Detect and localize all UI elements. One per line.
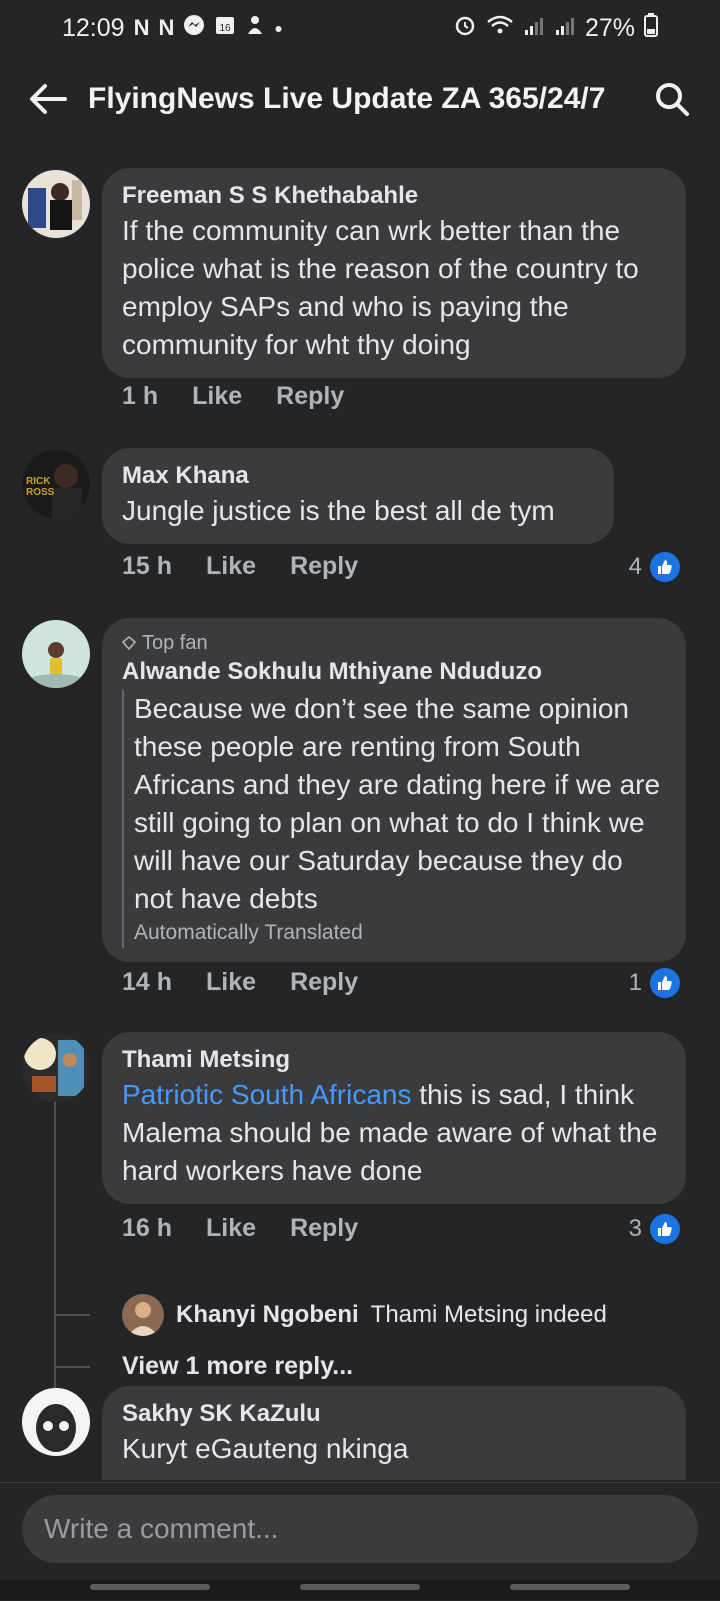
comment-text: Kuryt eGauteng nkinga	[122, 1433, 409, 1464]
thumbs-up-icon	[648, 1212, 682, 1246]
reaction-count-number: 3	[628, 1215, 642, 1242]
comment-bubble[interactable]: Freeman S S Khethabahle If the community…	[102, 168, 686, 378]
comment-actions: 15 h Like Reply	[122, 552, 358, 581]
svg-text:RICK: RICK	[26, 476, 51, 487]
status-time: 12:09	[62, 13, 125, 42]
battery-icon	[644, 12, 658, 44]
comment-bubble[interactable]: Top fan Alwande Sokhulu Mthiyane Nduduzo…	[102, 618, 686, 962]
thread-branch	[54, 1366, 90, 1368]
notification-n-icon: N	[158, 15, 175, 40]
avatar[interactable]	[22, 1388, 90, 1456]
thumbs-up-icon	[648, 550, 682, 584]
reply-text: Thami Metsing indeed	[370, 1301, 607, 1328]
comment-author[interactable]: Freeman S S Khethabahle	[122, 180, 666, 212]
status-bar: 12:09 N N 16 ● 27%	[0, 0, 720, 56]
search-icon[interactable]	[650, 77, 694, 121]
comment-author[interactable]: Sakhy SK KaZulu	[122, 1398, 666, 1430]
view-more-replies[interactable]: View 1 more reply...	[122, 1352, 353, 1381]
vpn-icon	[245, 14, 265, 43]
translated-block: Because we don’t see the same opinion th…	[122, 690, 666, 948]
comment-text: Because we don’t see the same opinion th…	[134, 693, 661, 914]
like-button[interactable]: Like	[206, 552, 256, 581]
reply-preview[interactable]: Khanyi Ngobeni Thami Metsing indeed	[122, 1294, 607, 1336]
svg-text:ROSS: ROSS	[26, 487, 55, 498]
thread-line	[54, 1102, 56, 1402]
nav-home-handle[interactable]	[300, 1584, 420, 1590]
comment-actions: 16 h Like Reply	[122, 1214, 358, 1243]
back-arrow-icon[interactable]	[26, 77, 70, 121]
comment-time[interactable]: 14 h	[122, 968, 172, 997]
reaction-count[interactable]: 1	[629, 966, 682, 1000]
top-app-bar: FlyingNews Live Update ZA 365/24/7	[0, 64, 720, 134]
calendar-icon: 16	[214, 14, 236, 43]
thread-branch	[54, 1314, 90, 1316]
comment-bubble[interactable]: Sakhy SK KaZulu Kuryt eGauteng nkinga	[102, 1386, 686, 1480]
comment-actions: 1 h Like Reply	[122, 382, 344, 411]
reaction-count[interactable]: 4	[629, 550, 682, 584]
comment-author[interactable]: Max Khana	[122, 460, 594, 492]
reply-button[interactable]: Reply	[276, 382, 344, 411]
comment-actions: 14 h Like Reply	[122, 968, 358, 997]
comment-author[interactable]: Thami Metsing	[122, 1044, 666, 1076]
top-fan-label: Top fan	[142, 632, 208, 654]
wifi-icon	[486, 14, 514, 43]
avatar[interactable]	[22, 170, 90, 238]
avatar[interactable]	[22, 1034, 90, 1102]
battery-percent: 27%	[584, 13, 635, 42]
reply-button[interactable]: Reply	[290, 552, 358, 581]
notification-n-icon: N	[133, 15, 150, 40]
reaction-count-number: 1	[628, 969, 642, 996]
comment-time[interactable]: 15 h	[122, 552, 172, 581]
like-button[interactable]: Like	[206, 1214, 256, 1243]
comment-time[interactable]: 1 h	[122, 382, 158, 411]
nav-back-handle[interactable]	[510, 1584, 630, 1590]
avatar[interactable]: RICK ROSS	[22, 450, 90, 518]
comment-text: Jungle justice is the best all de tym	[122, 495, 555, 526]
reply-button[interactable]: Reply	[290, 1214, 358, 1243]
like-button[interactable]: Like	[206, 968, 256, 997]
nav-recents-handle[interactable]	[90, 1584, 210, 1590]
comments-feed[interactable]: Freeman S S Khethabahle If the community…	[0, 160, 720, 1480]
dot-icon: ●	[274, 20, 283, 36]
reaction-count-number: 4	[628, 553, 642, 580]
translation-note[interactable]: Automatically Translated	[134, 918, 666, 948]
comment-input[interactable]	[22, 1495, 698, 1563]
diamond-icon	[122, 636, 136, 650]
mention-link[interactable]: Patriotic South Africans	[122, 1079, 411, 1110]
system-nav-bar	[0, 1580, 720, 1600]
signal-icon	[523, 14, 545, 43]
avatar[interactable]	[122, 1294, 164, 1336]
signal-icon	[554, 14, 576, 43]
messenger-icon	[183, 14, 205, 43]
comment-text: Patriotic South Africans this is sad, I …	[122, 1076, 666, 1190]
reply-author[interactable]: Khanyi Ngobeni	[176, 1301, 359, 1329]
comment-text: If the community can wrk better than the…	[122, 215, 639, 360]
reaction-count[interactable]: 3	[629, 1212, 682, 1246]
avatar[interactable]	[22, 620, 90, 688]
thumbs-up-icon	[648, 966, 682, 1000]
svg-text:16: 16	[220, 23, 232, 34]
top-fan-badge: Top fan	[122, 630, 666, 656]
reply-button[interactable]: Reply	[290, 968, 358, 997]
comment-time[interactable]: 16 h	[122, 1214, 172, 1243]
comment-author[interactable]: Alwande Sokhulu Mthiyane Nduduzo	[122, 656, 666, 688]
comment-bubble[interactable]: Thami Metsing Patriotic South Africans t…	[102, 1032, 686, 1204]
page-title: FlyingNews Live Update ZA 365/24/7	[88, 82, 606, 115]
comment-bubble[interactable]: Max Khana Jungle justice is the best all…	[102, 448, 614, 544]
like-button[interactable]: Like	[192, 382, 242, 411]
alarm-icon	[453, 13, 477, 44]
